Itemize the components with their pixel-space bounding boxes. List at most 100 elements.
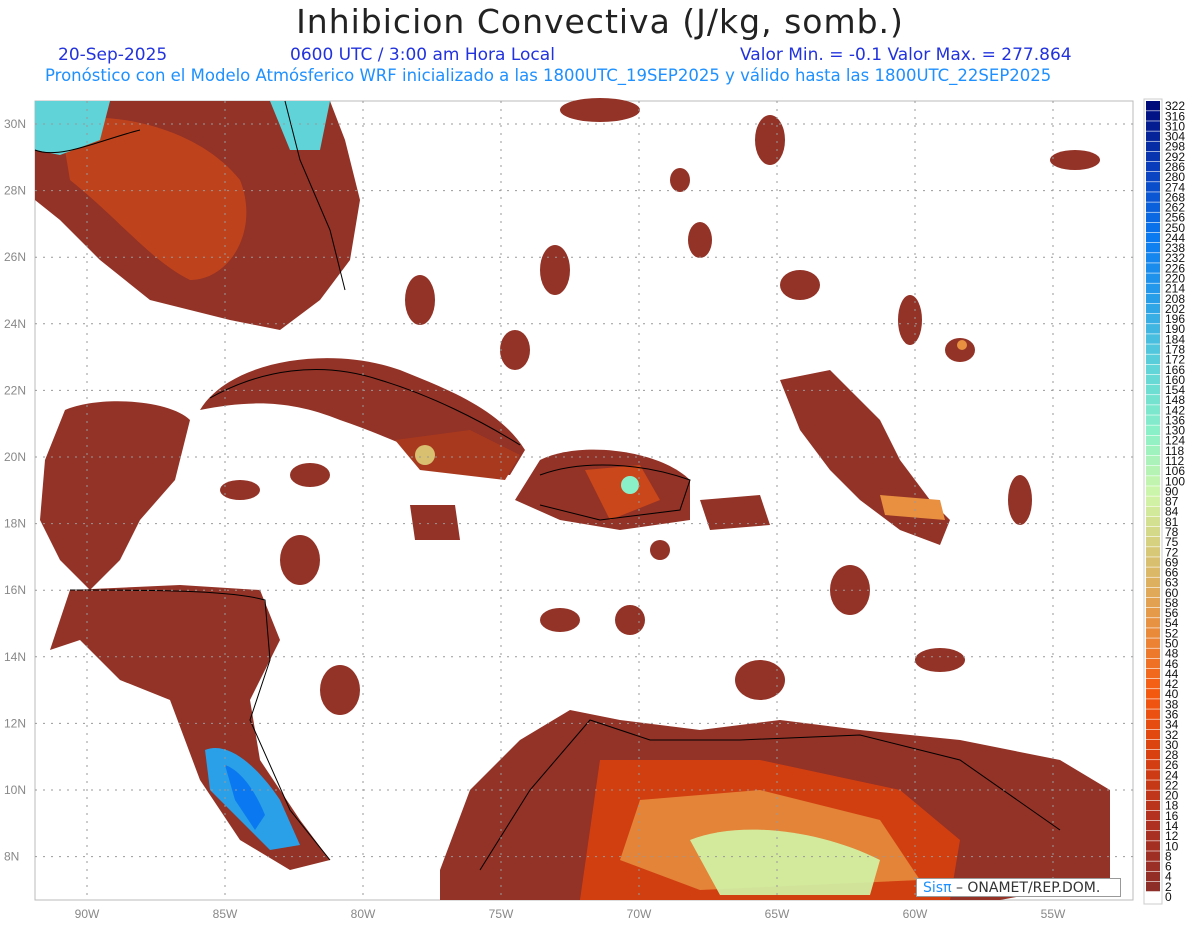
- colorbar-swatch: [1146, 607, 1160, 618]
- colorbar-swatch: [1146, 222, 1160, 233]
- colorbar-swatch: [1146, 790, 1160, 801]
- colorbar-swatch: [1146, 212, 1160, 223]
- forecast-time: 0600 UTC / 3:00 am Hora Local: [290, 45, 555, 65]
- colorbar-swatch: [1146, 729, 1160, 740]
- colorbar-swatch: [1146, 111, 1160, 121]
- colorbar-swatch: [1146, 455, 1160, 466]
- colorbar-swatch: [1146, 699, 1160, 709]
- credit-box: Sisπ – ONAMET/REP.DOM.: [916, 878, 1121, 897]
- colorbar-swatch: [1146, 395, 1160, 405]
- colorbar-swatch: [1146, 324, 1160, 334]
- colorbar-swatch: [1146, 668, 1160, 679]
- colorbar-swatch: [1146, 689, 1160, 699]
- lon-label: 80W: [351, 907, 376, 921]
- colorbar-swatch: [1146, 384, 1160, 395]
- colorbar-swatch: [1146, 648, 1160, 659]
- colorbar-swatch: [1146, 891, 1160, 902]
- colorbar-swatch: [1146, 283, 1160, 294]
- colorbar-swatch: [1146, 354, 1160, 365]
- lat-label: 30N: [4, 117, 26, 131]
- colorbar-swatch: [1146, 263, 1160, 273]
- lon-label: 65W: [765, 907, 790, 921]
- lon-label: 75W: [489, 907, 514, 921]
- colorbar-swatch: [1146, 415, 1160, 425]
- forecast-date: 20-Sep-2025: [58, 45, 168, 65]
- colorbar-swatch: [1146, 273, 1160, 283]
- lat-label: 28N: [4, 184, 26, 198]
- min-max-values: Valor Min. = -0.1 Valor Max. = 277.864: [740, 45, 1072, 65]
- colorbar-swatch: [1146, 364, 1160, 375]
- cin-map: 90W 85W 80W 75W 70W 65W 60W 55W 30N 28N 26N 24N 22N 2…: [4, 98, 1185, 921]
- colorbar-swatch: [1146, 709, 1160, 719]
- colorbar-swatch: [1146, 810, 1160, 821]
- colorbar: 3223163103042982922862802742682622562502…: [1143, 98, 1185, 905]
- colorbar-swatch: [1146, 486, 1160, 496]
- lat-label: 14N: [4, 650, 26, 664]
- colorbar-swatch: [1146, 719, 1160, 730]
- lon-label: 85W: [213, 907, 238, 921]
- colorbar-swatch: [1146, 121, 1160, 131]
- model-subtitle: Pronóstico con el Modelo Atmósferico WRF…: [45, 66, 1052, 85]
- colorbar-swatch: [1146, 881, 1160, 892]
- credit-text: – ONAMET/REP.DOM.: [951, 880, 1101, 896]
- colorbar-swatch: [1146, 871, 1160, 882]
- lon-label: 60W: [903, 907, 928, 921]
- colorbar-swatch: [1146, 466, 1160, 476]
- colorbar-swatch: [1146, 232, 1160, 243]
- colorbar-swatch: [1146, 749, 1160, 760]
- lon-label: 70W: [627, 907, 652, 921]
- lat-label: 10N: [4, 783, 26, 797]
- colorbar-swatch: [1146, 820, 1160, 831]
- colorbar-swatch: [1146, 547, 1160, 557]
- colorbar-swatch: [1146, 516, 1160, 527]
- colorbar-swatch: [1146, 161, 1160, 172]
- colorbar-swatch: [1146, 597, 1160, 608]
- lon-label: 90W: [75, 907, 100, 921]
- colorbar-swatch: [1146, 242, 1160, 253]
- lat-label: 12N: [4, 716, 26, 730]
- sispi-logo: Sisπ: [923, 880, 952, 896]
- lon-label: 55W: [1041, 907, 1066, 921]
- colorbar-swatch: [1146, 445, 1160, 456]
- colorbar-swatch: [1146, 171, 1160, 182]
- colorbar-swatch: [1146, 739, 1160, 750]
- colorbar-swatch: [1146, 851, 1160, 861]
- colorbar-swatch: [1146, 678, 1160, 689]
- colorbar-swatch: [1146, 831, 1160, 841]
- colorbar-swatch: [1146, 101, 1160, 111]
- lat-label: 26N: [4, 250, 26, 264]
- colorbar-swatch: [1146, 587, 1160, 598]
- colorbar-swatch: [1146, 334, 1160, 344]
- colorbar-swatch: [1146, 293, 1160, 304]
- colorbar-swatch: [1146, 770, 1160, 780]
- colorbar-swatch: [1146, 526, 1160, 537]
- colorbar-label: 0: [1165, 890, 1172, 904]
- colorbar-swatch: [1146, 496, 1160, 506]
- colorbar-swatch: [1146, 780, 1160, 790]
- colorbar-swatch: [1146, 374, 1160, 385]
- colorbar-swatch: [1146, 760, 1160, 770]
- colorbar-swatch: [1146, 567, 1160, 577]
- lat-label: 22N: [4, 383, 26, 397]
- map-title: Inhibicion Convectiva (J/kg, somb.): [296, 2, 904, 41]
- lat-label: 16N: [4, 583, 26, 597]
- colorbar-swatch: [1146, 253, 1160, 263]
- colorbar-swatch: [1146, 476, 1160, 486]
- colorbar-swatch: [1146, 841, 1160, 851]
- colorbar-swatch: [1146, 658, 1160, 669]
- colorbar-swatch: [1146, 861, 1160, 871]
- colorbar-swatch: [1146, 628, 1160, 638]
- colorbar-swatch: [1146, 435, 1160, 446]
- colorbar-swatch: [1146, 506, 1160, 517]
- colorbar-swatch: [1146, 638, 1160, 648]
- colorbar-swatch: [1146, 182, 1160, 192]
- colorbar-swatch: [1146, 536, 1160, 547]
- colorbar-swatch: [1146, 313, 1160, 324]
- colorbar-swatch: [1146, 344, 1160, 354]
- lat-label: 18N: [4, 517, 26, 531]
- lat-label: 24N: [4, 317, 26, 331]
- colorbar-swatch: [1146, 425, 1160, 435]
- colorbar-swatch: [1146, 405, 1160, 415]
- colorbar-swatch: [1146, 202, 1160, 212]
- lat-label: 8N: [4, 850, 19, 864]
